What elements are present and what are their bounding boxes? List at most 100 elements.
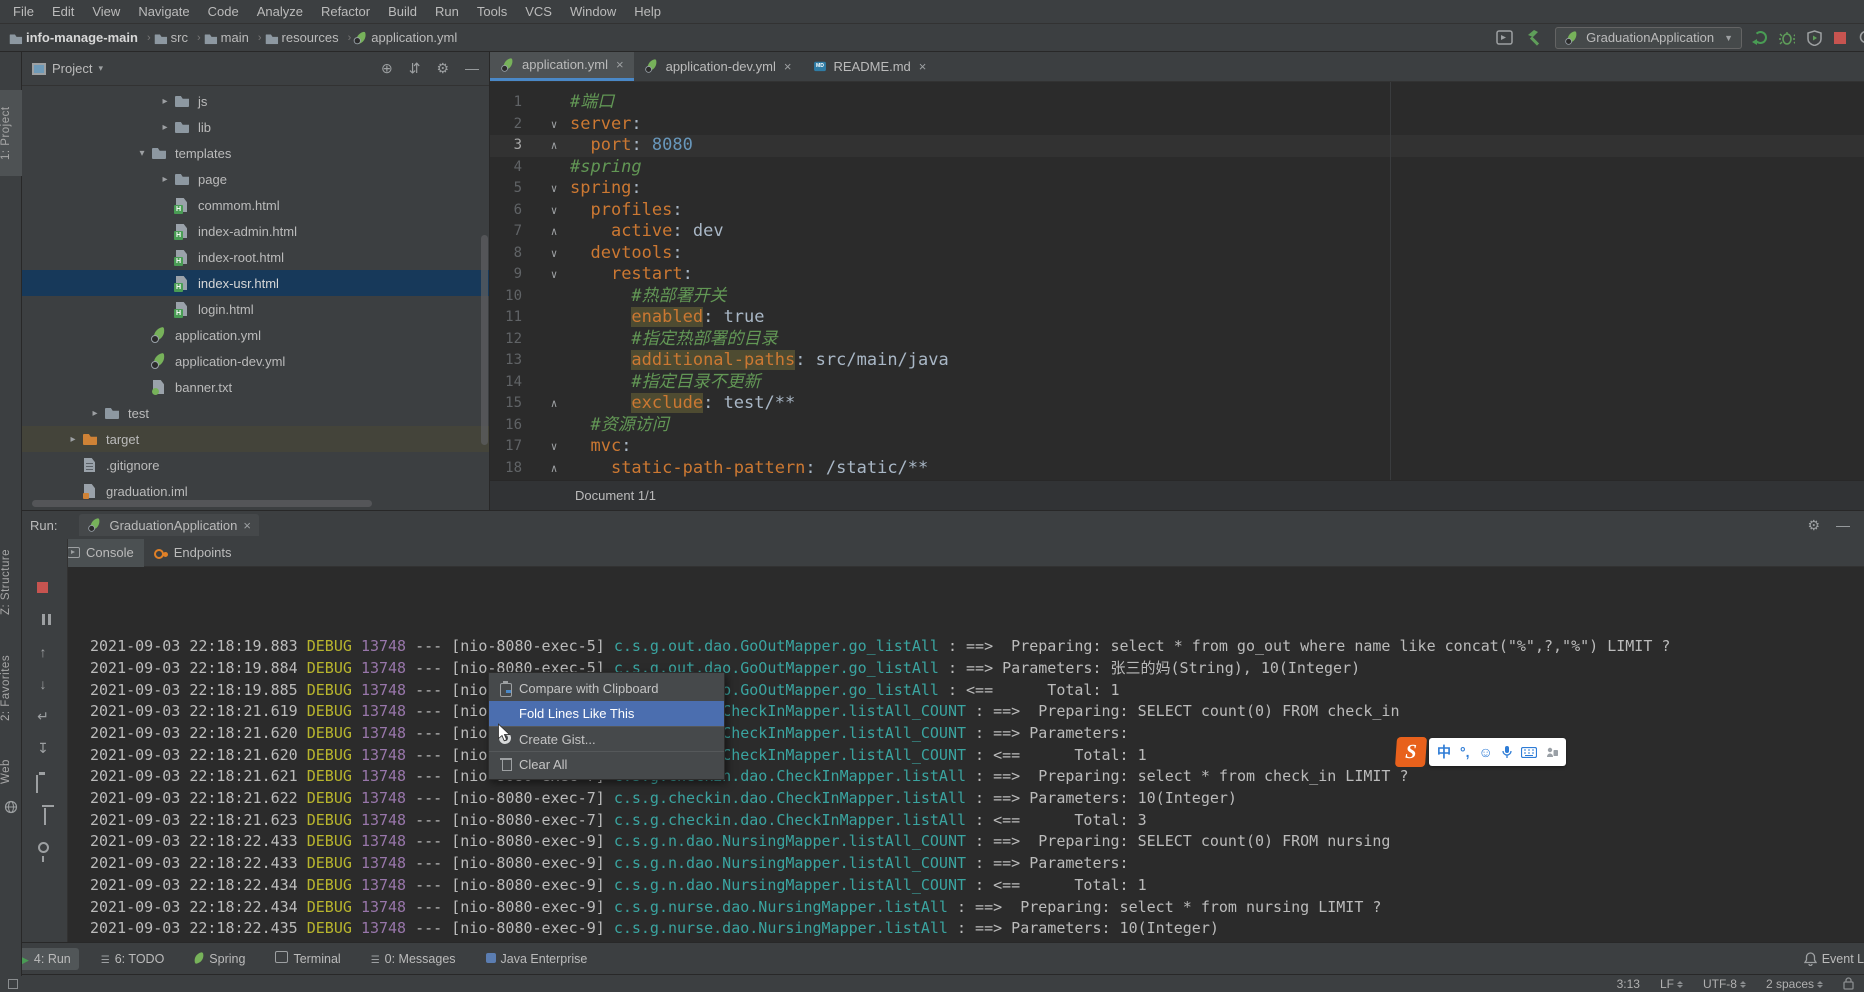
encoding-widget[interactable]: UTF-8: [1703, 977, 1746, 991]
tree-row[interactable]: ▸ js: [22, 88, 490, 114]
code-line[interactable]: 1 #端口: [490, 92, 1864, 114]
soft-wrap-icon[interactable]: ↵: [34, 707, 52, 725]
tree-expand-arrow-icon[interactable]: ▸: [156, 174, 174, 185]
ime-profile-icon[interactable]: [1546, 746, 1558, 758]
stripe-tab-structure[interactable]: Z: Structure: [0, 540, 22, 624]
tree-expand-arrow-icon[interactable]: ▸: [156, 122, 174, 133]
caret-position[interactable]: 3:13: [1617, 977, 1640, 991]
microphone-icon[interactable]: [1502, 745, 1512, 759]
tree-horizontal-scrollbar[interactable]: [32, 500, 372, 507]
run-configuration-tab[interactable]: GraduationApplication ×: [79, 514, 259, 536]
code-line[interactable]: 9 ∨ restart:: [490, 264, 1864, 286]
gear-icon[interactable]: ⚙: [1807, 517, 1820, 534]
context-menu-item[interactable]: Clear All: [489, 751, 724, 776]
gear-icon[interactable]: ⚙: [436, 60, 449, 77]
tree-row[interactable]: application-dev.yml: [22, 348, 490, 374]
stop-button[interactable]: [1834, 32, 1846, 44]
fold-marker-icon[interactable]: ∨: [546, 243, 562, 265]
menu-item[interactable]: Run: [426, 0, 468, 24]
menu-item[interactable]: Navigate: [129, 0, 198, 24]
tree-row[interactable]: login.html: [22, 296, 490, 322]
fold-marker-icon[interactable]: ∧: [546, 221, 562, 243]
ime-punctuation-toggle[interactable]: °,: [1460, 744, 1470, 760]
fold-marker-icon[interactable]: ∨: [546, 178, 562, 200]
tree-row[interactable]: .gitignore: [22, 452, 490, 478]
coverage-shield-icon[interactable]: [1807, 30, 1822, 46]
code-line[interactable]: 14 #指定目录不更新: [490, 372, 1864, 394]
ime-logo[interactable]: S: [1395, 737, 1427, 767]
tree-row[interactable]: index-admin.html: [22, 218, 490, 244]
clear-all-icon[interactable]: [44, 808, 46, 825]
code-line[interactable]: 4 #spring: [490, 157, 1864, 179]
fold-marker-icon[interactable]: [546, 372, 562, 394]
tree-row[interactable]: index-usr.html: [22, 270, 490, 296]
fold-marker-icon[interactable]: [546, 415, 562, 437]
tree-row[interactable]: ▸ target: [22, 426, 490, 452]
code-line[interactable]: 8 ∨ devtools:: [490, 243, 1864, 265]
tab-endpoints[interactable]: Endpoints: [144, 539, 242, 567]
editor-tab[interactable]: application.yml ×: [490, 51, 634, 81]
editor-tab[interactable]: application-dev.yml ×: [634, 51, 802, 81]
stop-button[interactable]: [37, 582, 48, 593]
build-hammer-icon[interactable]: [1525, 29, 1543, 46]
debug-bug-icon[interactable]: [1779, 30, 1795, 46]
fold-marker-icon[interactable]: [546, 157, 562, 179]
tool-window-button[interactable]: 4: Run: [14, 948, 79, 970]
hide-panel-icon[interactable]: —: [465, 60, 479, 77]
search-icon[interactable]: [1858, 29, 1864, 47]
fold-marker-icon[interactable]: ∨: [546, 114, 562, 136]
tab-console[interactable]: Console: [57, 539, 144, 567]
fold-marker-icon[interactable]: ∧: [546, 458, 562, 480]
code-line[interactable]: 3 ∧ port: 8080: [490, 135, 1864, 157]
line-separator-widget[interactable]: LF: [1660, 977, 1683, 991]
code-line[interactable]: 7 ∧ active: dev: [490, 221, 1864, 243]
menu-item[interactable]: VCS: [516, 0, 561, 24]
tree-expand-arrow-icon[interactable]: ▾: [133, 148, 151, 159]
stripe-tab-web[interactable]: Web: [0, 752, 22, 792]
tree-row[interactable]: ▾ templates: [22, 140, 490, 166]
globe-icon[interactable]: [4, 800, 18, 814]
context-menu-item[interactable]: Fold Lines Like This: [489, 701, 724, 726]
fold-marker-icon[interactable]: [546, 307, 562, 329]
menu-item[interactable]: Build: [379, 0, 426, 24]
collapse-all-icon[interactable]: ⇵: [409, 60, 421, 77]
close-icon[interactable]: ×: [784, 59, 792, 74]
context-menu-item[interactable]: Compare with Clipboard: [489, 676, 724, 701]
run-console-output[interactable]: 2021-09-03 22:18:19.883 DEBUG 13748 --- …: [90, 571, 1864, 983]
breadcrumb-item[interactable]: main ›: [203, 30, 262, 45]
stripe-toggle-icon[interactable]: [8, 979, 18, 989]
tool-window-button[interactable]: Terminal: [267, 947, 348, 970]
pause-output-icon[interactable]: [34, 611, 52, 629]
menu-item[interactable]: Window: [561, 0, 625, 24]
tree-row[interactable]: application.yml: [22, 322, 490, 348]
pin-tab-icon[interactable]: [34, 839, 52, 857]
fold-marker-icon[interactable]: ∨: [546, 436, 562, 458]
code-line[interactable]: 10 #热部署开关: [490, 286, 1864, 308]
tool-window-button[interactable]: Java Enterprise: [478, 948, 596, 970]
run-button[interactable]: [1754, 31, 1767, 44]
indent-widget[interactable]: 2 spaces: [1766, 977, 1823, 991]
code-line[interactable]: 13 additional-paths: src/main/java: [490, 350, 1864, 372]
project-panel-title[interactable]: Project: [52, 61, 92, 76]
menu-item[interactable]: Refactor: [312, 0, 379, 24]
chevron-down-icon[interactable]: ▾: [98, 63, 103, 74]
locate-file-icon[interactable]: ⊕: [381, 60, 393, 77]
fold-marker-icon[interactable]: ∧: [546, 393, 562, 415]
fold-marker-icon[interactable]: [546, 286, 562, 308]
code-line[interactable]: 12 #指定热部署的目录: [490, 329, 1864, 351]
code-line[interactable]: 5 ∨ spring:: [490, 178, 1864, 200]
fold-marker-icon[interactable]: ∨: [546, 200, 562, 222]
ime-language-toggle[interactable]: 中: [1437, 742, 1451, 762]
fold-marker-icon[interactable]: [546, 350, 562, 372]
tree-expand-arrow-icon[interactable]: ▸: [156, 96, 174, 107]
code-line[interactable]: 17 ∨ mvc:: [490, 436, 1864, 458]
menu-item[interactable]: Analyze: [248, 0, 312, 24]
ime-emoji-icon[interactable]: ☺: [1479, 744, 1493, 760]
code-line[interactable]: 2 ∨ server:: [490, 114, 1864, 136]
down-stack-trace-icon[interactable]: ↓: [34, 675, 52, 693]
code-line[interactable]: 18 ∧ static-path-pattern: /static/**: [490, 458, 1864, 480]
run-configuration-select[interactable]: GraduationApplication ▼: [1555, 27, 1742, 49]
fold-marker-icon[interactable]: [546, 92, 562, 114]
code-line[interactable]: 15 ∧ exclude: test/**: [490, 393, 1864, 415]
tree-vertical-scrollbar[interactable]: [481, 235, 488, 445]
